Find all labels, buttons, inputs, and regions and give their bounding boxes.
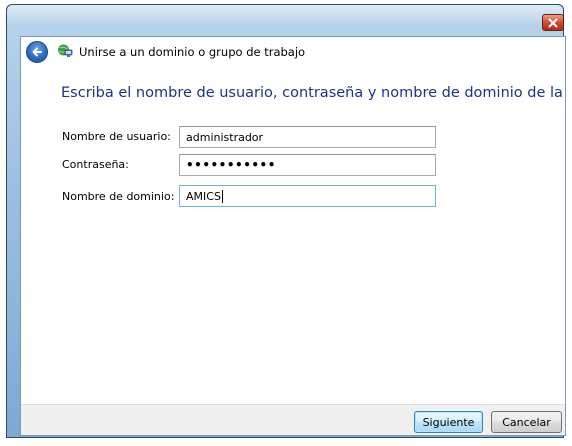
wizard-content: Unirse a un dominio o grupo de trabajo E…	[20, 36, 566, 436]
wizard-title: Unirse a un dominio o grupo de trabajo	[79, 45, 306, 59]
password-field[interactable]: •••••••••••	[179, 154, 436, 176]
domain-label: Nombre de dominio:	[62, 190, 175, 203]
close-button[interactable]	[542, 14, 564, 31]
cancel-button[interactable]: Cancelar	[491, 411, 562, 433]
domain-field[interactable]: AMICS	[179, 185, 436, 207]
password-value: •••••••••••	[186, 158, 276, 172]
button-bar: Siguiente Cancelar	[21, 404, 565, 435]
dialog-window: Unirse a un dominio o grupo de trabajo E…	[6, 4, 566, 438]
username-field[interactable]: administrador	[179, 126, 436, 148]
domain-value: AMICS	[186, 189, 221, 203]
instruction-heading: Escriba el nombre de usuario, contraseña…	[61, 85, 566, 101]
password-label: Contraseña:	[62, 158, 129, 171]
username-value: administrador	[186, 130, 264, 144]
text-caret	[221, 189, 223, 203]
username-label: Nombre de usuario:	[62, 130, 171, 143]
back-arrow-icon	[32, 47, 42, 57]
next-button[interactable]: Siguiente	[414, 411, 483, 433]
back-button[interactable]	[26, 41, 48, 63]
title-bar	[7, 5, 563, 25]
network-computer-icon	[58, 44, 73, 57]
close-icon	[548, 18, 558, 27]
